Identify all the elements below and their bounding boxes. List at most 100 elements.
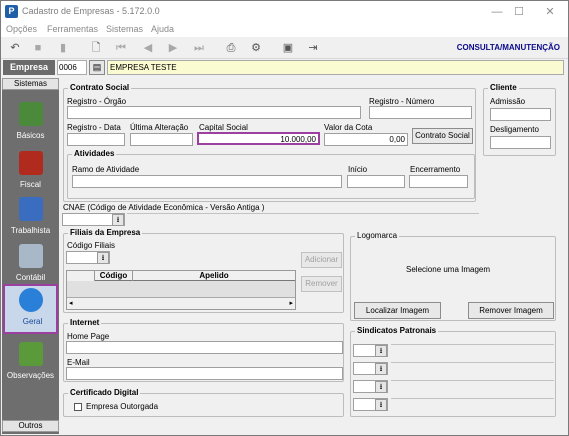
- empresa-outorgada-label: Empresa Outorgada: [86, 402, 159, 411]
- homepage-label: Home Page: [67, 332, 110, 341]
- sindicato-combo-4[interactable]: ⭳: [353, 398, 388, 411]
- contrato-social-button[interactable]: Contrato Social: [412, 128, 473, 144]
- close-button[interactable]: ✕: [540, 4, 560, 20]
- undo-icon[interactable]: ↶: [7, 41, 23, 55]
- previous-record-icon[interactable]: ◀: [140, 41, 156, 55]
- app-icon: P: [5, 5, 18, 18]
- atividades-title: Atividades: [72, 149, 117, 158]
- sindicato-line-2: [391, 362, 554, 363]
- valor-cota-field[interactable]: 0,00: [324, 133, 408, 146]
- stop-icon[interactable]: ■: [30, 41, 46, 55]
- toolbar: ↶ ■ ▮ 🗋 ⏮ ◀ ▶ ⏭ ⎙ ⚙ ▣ ⇥ CONSULTA/MANUTEN…: [1, 37, 568, 59]
- filiais-table: Código Apelido ◂ ▸: [66, 270, 296, 310]
- maximize-button[interactable]: ☐: [509, 4, 529, 20]
- homepage-field[interactable]: [66, 341, 343, 354]
- sidebar-item-label: Observações: [6, 371, 55, 380]
- atividades-group: Atividades Ramo de Atividade Início Ence…: [67, 149, 475, 199]
- sindicatos-group: Sindicatos Patronais ⭳ ⭳ ⭳ ⭳: [350, 326, 556, 417]
- print-icon[interactable]: ⎙: [223, 41, 239, 55]
- horizontal-scrollbar[interactable]: ◂ ▸: [67, 297, 295, 309]
- document-icon[interactable]: ▮: [55, 41, 71, 55]
- cnae-combo[interactable]: ⭳: [62, 213, 125, 226]
- calculator-icon: [19, 244, 43, 268]
- trabalhista-icon: [19, 197, 43, 221]
- sidebar-item-geral[interactable]: Geral: [3, 284, 58, 334]
- registro-data-label: Registro - Data: [67, 123, 121, 132]
- contrato-social-title: Contrato Social: [68, 83, 132, 92]
- email-field[interactable]: [66, 367, 343, 380]
- adicionar-button[interactable]: Adicionar: [301, 252, 342, 268]
- column-codigo[interactable]: Código: [95, 271, 133, 281]
- menu-sistemas[interactable]: Sistemas: [106, 24, 143, 34]
- sindicato-combo-1[interactable]: ⭳: [353, 344, 388, 357]
- sindicato-combo-3[interactable]: ⭳: [353, 380, 388, 393]
- admissao-field[interactable]: [490, 108, 551, 121]
- scroll-right-icon[interactable]: ▸: [289, 299, 293, 307]
- sidebar-item-label: Trabalhista: [10, 226, 51, 235]
- tools-icon[interactable]: ⚙: [248, 41, 264, 55]
- window-title: Cadastro de Empresas - 5.172.0.0: [22, 6, 160, 16]
- cnae-label: CNAE (Código de Atividade Econômica - Ve…: [63, 203, 265, 212]
- next-record-icon[interactable]: ▶: [165, 41, 181, 55]
- dropdown-arrow-icon[interactable]: ⭳: [375, 363, 387, 375]
- ramo-atividade-label: Ramo de Atividade: [72, 165, 140, 174]
- table-header-indicator: [67, 271, 95, 281]
- remover-imagem-button[interactable]: Remover Imagem: [468, 302, 554, 319]
- preview-icon[interactable]: 🗋: [88, 41, 104, 55]
- first-record-icon[interactable]: ⏮: [113, 41, 129, 55]
- registro-orgao-field[interactable]: [67, 106, 361, 119]
- sindicato-combo-2[interactable]: ⭳: [353, 362, 388, 375]
- dropdown-arrow-icon[interactable]: ⭳: [375, 381, 387, 393]
- sidebar-item-fiscal[interactable]: Fiscal: [3, 149, 58, 197]
- internet-group: Internet Home Page E-Mail: [63, 318, 344, 382]
- menu-ferramentas[interactable]: Ferramentas: [47, 24, 98, 34]
- sidebar-item-contabil[interactable]: Contábil: [3, 242, 58, 290]
- empresa-bar: Empresa 0006 ▤ EMPRESA TESTE: [1, 60, 568, 76]
- certificado-title: Certificado Digital: [68, 388, 141, 397]
- capital-social-label: Capital Social: [199, 123, 248, 132]
- sidebar-item-observacoes[interactable]: Observações: [3, 340, 58, 388]
- sidebar-item-basicos[interactable]: Básicos: [3, 100, 58, 148]
- dropdown-arrow-icon[interactable]: ⭳: [112, 214, 124, 226]
- sidebar-header[interactable]: Sistemas: [2, 78, 59, 90]
- ultima-alteracao-label: Última Alteração: [130, 123, 189, 132]
- encerramento-field[interactable]: [409, 175, 468, 188]
- sindicato-line-1: [391, 344, 554, 345]
- inicio-field[interactable]: [347, 175, 405, 188]
- ramo-atividade-field[interactable]: [72, 175, 342, 188]
- folder-icon[interactable]: ▤: [89, 60, 105, 75]
- save-disk-icon[interactable]: ▣: [280, 41, 296, 55]
- column-apelido[interactable]: Apelido: [133, 271, 295, 281]
- capital-social-field[interactable]: 10.000,00: [197, 132, 320, 145]
- localizar-imagem-button[interactable]: Localizar Imagem: [354, 302, 441, 319]
- sidebar-footer[interactable]: Outros: [2, 420, 59, 432]
- fiscal-icon: [19, 151, 43, 175]
- logomarca-group: Logomarca Selecione uma Imagem Localizar…: [350, 231, 556, 321]
- ultima-alteracao-field[interactable]: [130, 133, 193, 146]
- sidebar-item-trabalhista[interactable]: Trabalhista: [3, 195, 58, 243]
- desligamento-field[interactable]: [490, 136, 551, 149]
- menu-opcoes[interactable]: Opções: [6, 24, 37, 34]
- empresa-label: Empresa: [3, 60, 55, 75]
- contrato-social-group: Contrato Social Registro - Órgão Registr…: [63, 83, 476, 202]
- dropdown-arrow-icon[interactable]: ⭳: [375, 345, 387, 357]
- registro-data-field[interactable]: [67, 133, 125, 146]
- encerramento-label: Encerramento: [410, 165, 461, 174]
- registro-numero-label: Registro - Número: [369, 97, 435, 106]
- scroll-left-icon[interactable]: ◂: [69, 299, 73, 307]
- registro-numero-field[interactable]: [369, 106, 472, 119]
- exit-icon[interactable]: ⇥: [305, 41, 321, 55]
- last-record-icon[interactable]: ⏭: [191, 41, 207, 55]
- dropdown-arrow-icon[interactable]: ⭳: [97, 252, 109, 264]
- menu-ajuda[interactable]: Ajuda: [151, 24, 174, 34]
- sindicato-line-3: [391, 380, 554, 381]
- empresa-outorgada-checkbox[interactable]: [74, 403, 82, 411]
- empresa-name-field[interactable]: EMPRESA TESTE: [107, 60, 564, 75]
- empresa-code-field[interactable]: 0006: [57, 60, 87, 75]
- basicos-icon: [19, 102, 43, 126]
- codigo-filiais-combo[interactable]: ⭳: [66, 251, 110, 264]
- remover-filial-button[interactable]: Remover: [301, 276, 342, 292]
- minimize-button[interactable]: —: [487, 4, 507, 20]
- registro-orgao-label: Registro - Órgão: [67, 97, 127, 106]
- dropdown-arrow-icon[interactable]: ⭳: [375, 399, 387, 411]
